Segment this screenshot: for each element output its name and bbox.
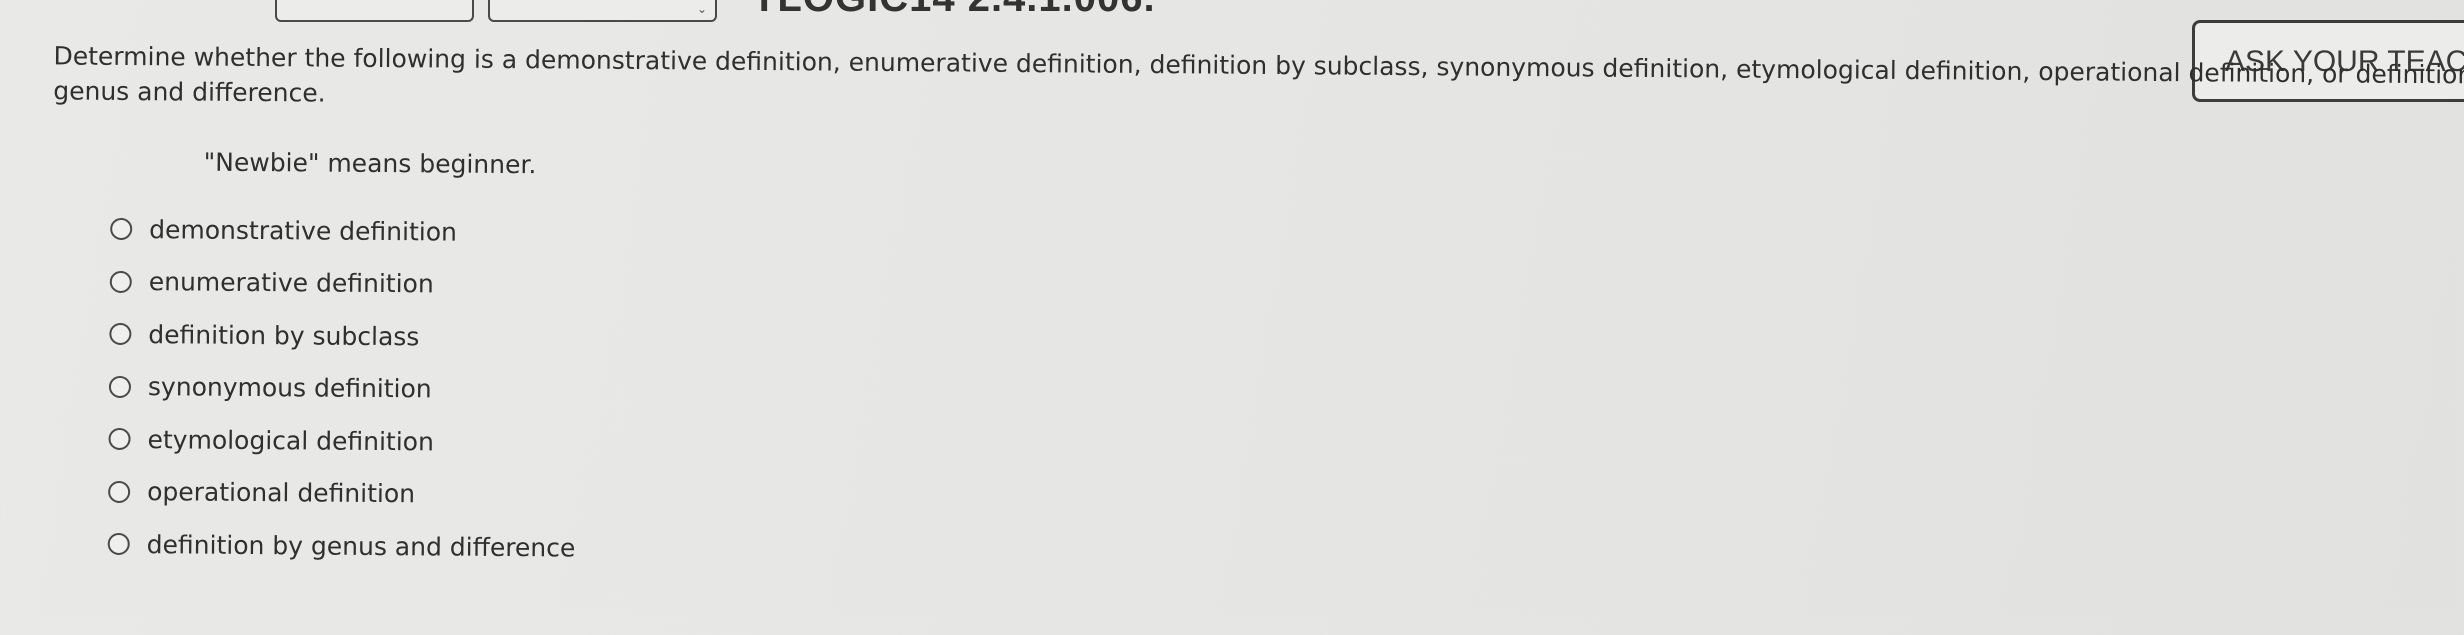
- option-etymological-definition[interactable]: etymological definition: [108, 413, 576, 469]
- question-content: Determine whether the following is a dem…: [0, 0, 2464, 634]
- radio-button-icon[interactable]: [110, 218, 133, 241]
- option-synonymous-definition[interactable]: synonymous definition: [108, 360, 577, 416]
- question-prompt: Determine whether the following is a dem…: [53, 38, 2464, 127]
- option-label[interactable]: etymological definition: [147, 425, 434, 456]
- radio-button-icon[interactable]: [109, 270, 132, 293]
- radio-button-icon[interactable]: [109, 323, 132, 346]
- option-label[interactable]: enumerative definition: [149, 267, 434, 298]
- option-label[interactable]: operational definition: [147, 477, 415, 508]
- option-definition-by-genus-and-difference[interactable]: definition by genus and difference: [107, 518, 576, 574]
- option-operational-definition[interactable]: operational definition: [108, 465, 576, 521]
- option-label[interactable]: demonstrative definition: [149, 215, 457, 246]
- answer-options: demonstrative definition enumerative def…: [107, 203, 579, 574]
- question-statement: "Newbie" means beginner.: [203, 147, 537, 180]
- option-label[interactable]: definition by subclass: [148, 320, 419, 351]
- option-label[interactable]: definition by genus and difference: [147, 530, 576, 562]
- radio-button-icon[interactable]: [108, 375, 132, 398]
- radio-button-icon[interactable]: [108, 428, 131, 451]
- option-enumerative-definition[interactable]: enumerative definition: [109, 255, 578, 311]
- option-label[interactable]: synonymous definition: [148, 372, 432, 403]
- option-demonstrative-definition[interactable]: demonstrative definition: [110, 203, 578, 259]
- option-definition-by-subclass[interactable]: definition by subclass: [109, 308, 577, 364]
- radio-button-icon[interactable]: [107, 533, 130, 556]
- radio-button-icon[interactable]: [108, 480, 131, 503]
